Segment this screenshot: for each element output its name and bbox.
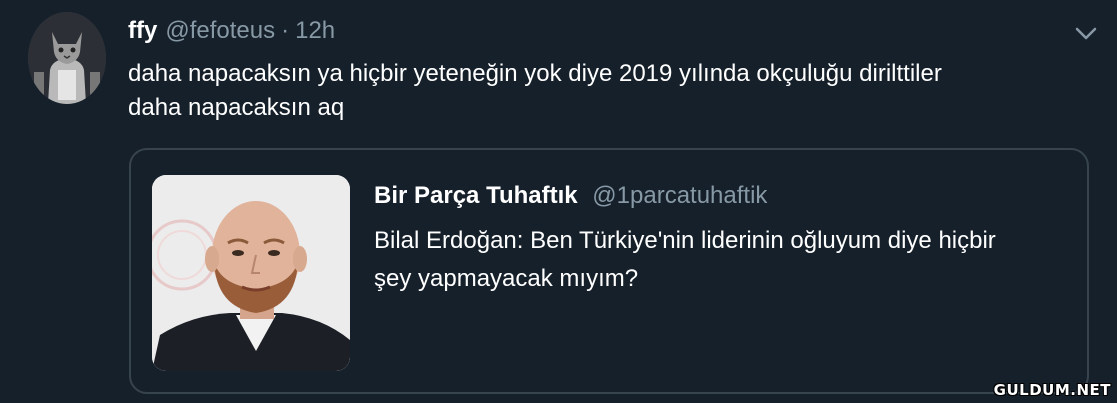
quoted-author-handle[interactable]: @1parcatuhaftik xyxy=(592,182,767,209)
quoted-text-line: Bilal Erdoğan: Ben Türkiye'nin liderinin… xyxy=(374,227,996,254)
separator-dot: · xyxy=(281,17,290,44)
tweet-header: ffy @fefoteus · 12h xyxy=(128,16,335,46)
author-handle[interactable]: @fefoteus xyxy=(165,16,275,46)
tweet-text-line: daha napacaksın ya hiçbir yeteneğin yok … xyxy=(128,60,942,87)
quoted-tweet-header: Bir Parça Tuhaftık @1parcatuhaftik xyxy=(374,180,767,212)
cat-avatar-icon xyxy=(28,12,106,104)
tweet[interactable]: ffy @fefoteus · 12h daha napacaksın ya h… xyxy=(0,0,1117,403)
quoted-tweet-photo[interactable] xyxy=(152,175,350,371)
tweet-menu-button[interactable] xyxy=(1073,20,1099,46)
quoted-tweet-text: Bilal Erdoğan: Ben Türkiye'nin liderinin… xyxy=(374,222,1074,298)
quoted-author-name[interactable]: Bir Parça Tuhaftık xyxy=(374,182,578,209)
author-name[interactable]: ffy xyxy=(128,16,157,46)
tweet-text: daha napacaksın ya hiçbir yeteneğin yok … xyxy=(128,57,1088,125)
avatar[interactable] xyxy=(28,12,106,104)
tweet-time[interactable]: 12h xyxy=(295,16,335,46)
quoted-tweet[interactable]: Bir Parça Tuhaftık @1parcatuhaftik Bilal… xyxy=(129,148,1089,394)
watermark: GULDUM.NET xyxy=(993,381,1111,399)
tweet-text-line: daha napacaksın aq xyxy=(128,94,345,121)
quoted-text-line: şey yapmayacak mıyım? xyxy=(374,265,639,292)
person-photo xyxy=(152,175,350,371)
chevron-down-icon xyxy=(1075,27,1097,40)
